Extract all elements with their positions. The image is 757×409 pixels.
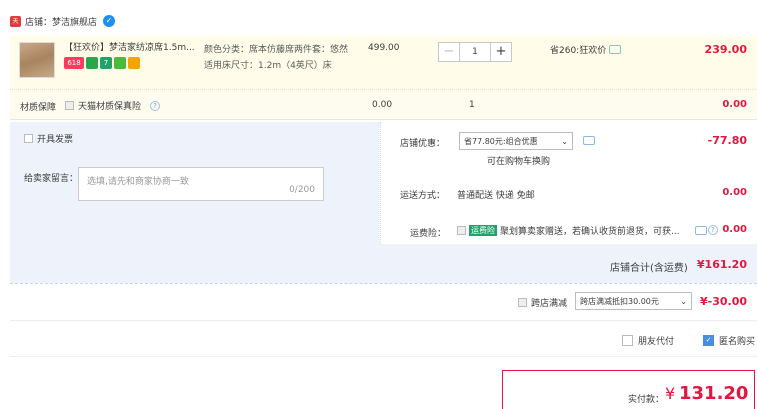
credit-badge-icon — [128, 57, 140, 69]
quantity-stepper: − 1 + — [438, 42, 512, 62]
freight-insurance-tag: 运费险 — [469, 225, 497, 236]
message-textarea[interactable]: 选填,请先和商家协商一致 0/200 — [78, 167, 324, 201]
shipping-method: 普通配送 快递 免邮 — [457, 191, 535, 201]
freight-insurance-value: 0.00 — [722, 224, 747, 235]
insurance-price: 0.00 — [372, 100, 393, 110]
product-thumbnail[interactable] — [19, 42, 55, 78]
shop-name[interactable]: 梦洁旗舰店 — [52, 15, 97, 28]
card-badge-icon — [86, 57, 98, 69]
cross-store-select[interactable]: 跨店满减抵扣30.00元 ⌄ — [575, 292, 692, 310]
message-label: 给卖家留言： — [24, 174, 79, 184]
qty-input[interactable]: 1 — [460, 42, 490, 62]
insurance-total: 0.00 — [722, 99, 747, 110]
tmall-icon: 天 — [10, 15, 21, 27]
guarantee-badge-icon — [114, 57, 126, 69]
product-title[interactable]: 【狂欢价】梦洁家纺凉席1.5m... — [64, 42, 198, 54]
freight-insurance-option: 运费险 聚划算卖家赠送，若确认收货前退货，可获... — [457, 224, 684, 237]
shipping-value: 0.00 — [722, 187, 747, 198]
freight-insurance-checkbox[interactable] — [457, 226, 466, 235]
divider — [10, 356, 757, 357]
insurance-qty: 1 — [469, 100, 475, 110]
store-total-label: 店铺合计(含运费) — [610, 263, 688, 274]
qty-plus-button[interactable]: + — [490, 42, 512, 62]
friend-pay-checkbox[interactable] — [622, 335, 633, 346]
pay-amount: 131.20 — [679, 383, 749, 404]
cross-store-label: 跨店满减 — [531, 299, 568, 309]
shop-prefix: 店铺： — [25, 17, 53, 28]
cross-store-selected: 跨店满减抵扣30.00元 — [580, 296, 659, 306]
discount-label: 省260:狂欢价 — [550, 46, 607, 56]
invoice-option: 开具发票 — [24, 132, 73, 145]
store-total-value: ¥161.20 — [696, 258, 747, 271]
cross-store-checkbox[interactable] — [518, 298, 527, 307]
divider — [10, 283, 757, 284]
freight-help-icon[interactable]: ? — [708, 225, 718, 235]
chevron-down-icon: ⌄ — [561, 136, 568, 146]
chevron-down-icon: ⌄ — [680, 296, 687, 306]
freight-tip-icon[interactable] — [695, 226, 707, 235]
sku-size: 适用床尺寸：1.2m（4英尺）床 — [204, 61, 332, 71]
help-icon[interactable]: ? — [150, 100, 161, 111]
friend-pay-label: 朋友代付 — [638, 337, 675, 347]
pay-currency: ¥ — [665, 384, 676, 403]
invoice-checkbox[interactable] — [24, 134, 33, 143]
discount-info: 省260:狂欢价 — [550, 43, 622, 56]
invoice-label: 开具发票 — [37, 135, 74, 145]
insurance-label: 材质保障 — [20, 103, 57, 113]
product-sku: 颜色分类：席本仿藤席两件套：悠然 适用床尺寸：1.2m（4英尺）床 — [204, 42, 354, 74]
payment-summary: 实付款： ¥ 131.20 — [502, 370, 755, 409]
wangwang-chat-icon[interactable]: ✓ — [103, 15, 116, 27]
message-placeholder: 选填,请先和商家协商一致 — [87, 177, 189, 187]
friend-pay-option: 朋友代付 — [622, 334, 674, 347]
coupon-selected: 省77.80元:组合优惠 — [464, 136, 538, 146]
seven-days-badge-icon: 7 — [100, 57, 112, 69]
618-badge-icon: 618 — [64, 57, 84, 69]
pay-label: 实付款： — [628, 395, 665, 405]
coupon-label: 店铺优惠： — [400, 139, 446, 149]
product-badges: 618 7 — [64, 57, 140, 69]
coupon-select[interactable]: 省77.80元:组合优惠 ⌄ — [459, 132, 573, 150]
coupon-tip-icon[interactable] — [583, 136, 595, 145]
unit-price: 499.00 — [368, 43, 400, 53]
item-total: 239.00 — [704, 43, 747, 56]
freight-insurance-label: 运费险： — [410, 229, 447, 239]
message-counter: 0/200 — [289, 185, 315, 195]
discount-tip-icon[interactable] — [609, 45, 622, 54]
coupon-hint: 可在购物车换购 — [487, 157, 551, 167]
cross-store-value: ¥-30.00 — [699, 295, 747, 308]
cross-store-option: 跨店满减 — [518, 296, 567, 309]
shipping-label: 运送方式： — [400, 191, 446, 201]
coupon-value: -77.80 — [707, 134, 747, 147]
divider — [10, 320, 757, 321]
anonymous-option: ✓ 匿名购买 — [703, 334, 755, 347]
insurance-checkbox[interactable] — [65, 101, 74, 110]
shop-header: 天 店铺： 梦洁旗舰店 ✓ — [10, 12, 116, 30]
anonymous-label: 匿名购买 — [719, 337, 756, 347]
sku-color: 颜色分类：席本仿藤席两件套：悠然 — [204, 45, 349, 55]
anonymous-checkbox[interactable]: ✓ — [703, 335, 714, 346]
freight-insurance-text: 聚划算卖家赠送，若确认收货前退货，可获... — [500, 227, 680, 237]
qty-minus-button[interactable]: − — [438, 42, 460, 62]
insurance-option: 天猫材质保真险 ? — [65, 99, 161, 112]
insurance-option-label: 天猫材质保真险 — [78, 102, 142, 112]
